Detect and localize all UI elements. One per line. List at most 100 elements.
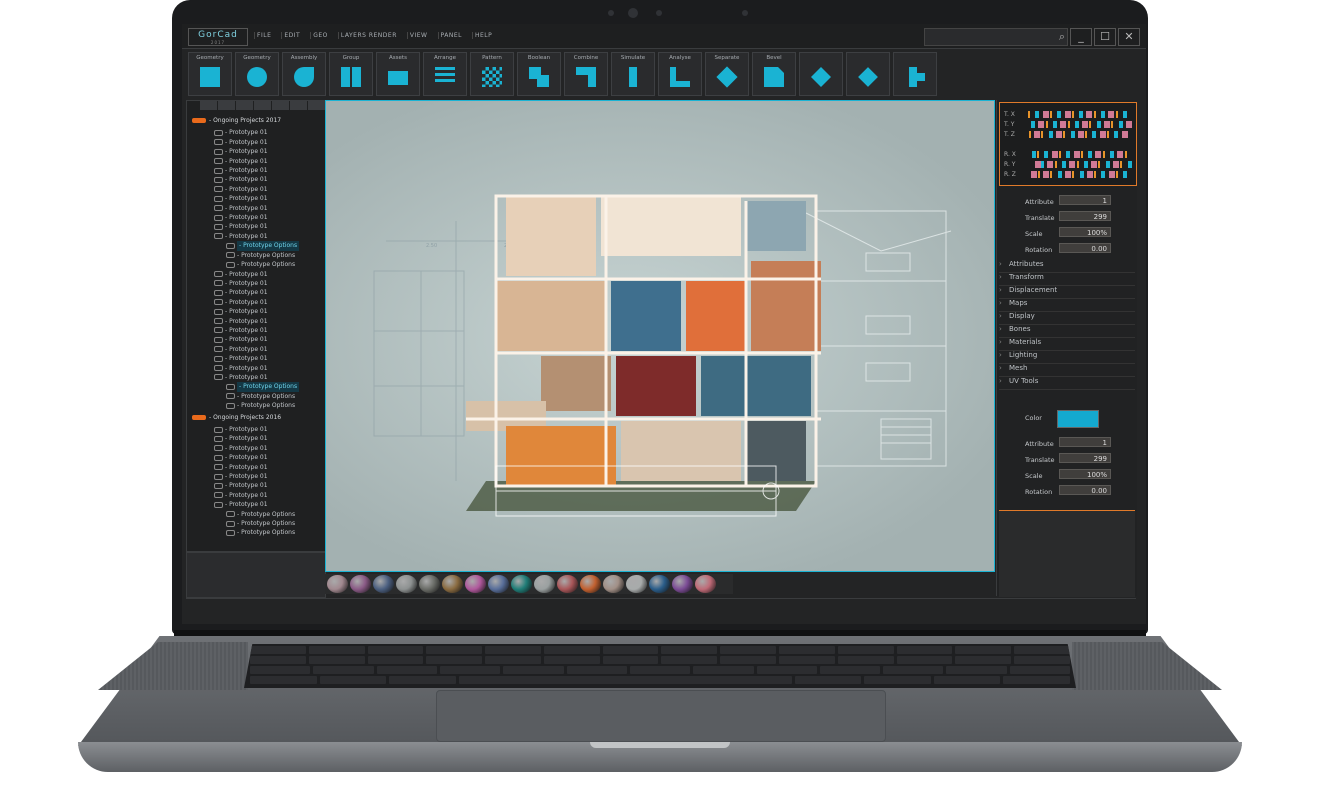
- tree-item[interactable]: - Prototype 01: [192, 500, 322, 509]
- menu-item-view[interactable]: VIEW: [406, 32, 430, 39]
- tool-button-pattern[interactable]: Pattern: [470, 52, 514, 96]
- prop-value-input[interactable]: 1: [1059, 437, 1111, 447]
- search-input[interactable]: ⌕: [924, 28, 1068, 46]
- material-swatch[interactable]: [672, 575, 693, 593]
- tree-item[interactable]: - Prototype 01: [192, 222, 322, 231]
- tree-item[interactable]: - Prototype 01: [192, 213, 322, 222]
- tree-item[interactable]: - Prototype 01: [192, 298, 322, 307]
- tree-item[interactable]: - Prototype 01: [192, 472, 322, 481]
- keyframe-track[interactable]: [1028, 121, 1132, 128]
- tree-item[interactable]: - Prototype 01: [192, 335, 322, 344]
- tool-button-bevel[interactable]: Bevel: [752, 52, 796, 96]
- tool-button-assets[interactable]: Assets: [376, 52, 420, 96]
- tree-item[interactable]: - Prototype 01: [192, 444, 322, 453]
- menu-item-panel[interactable]: PANEL: [437, 32, 464, 39]
- tree-item[interactable]: - Prototype 01: [192, 232, 322, 241]
- material-swatch[interactable]: [373, 575, 394, 593]
- menu-item-file[interactable]: FILE: [254, 32, 273, 39]
- tool-button-diamond[interactable]: [846, 52, 890, 96]
- tool-button-diamond-square[interactable]: [799, 52, 843, 96]
- section-uv-tools[interactable]: › UV Tools: [999, 377, 1135, 390]
- prop-value-input[interactable]: 100%: [1059, 227, 1111, 237]
- material-swatch[interactable]: [488, 575, 509, 593]
- tree-item[interactable]: - Prototype Options: [192, 382, 322, 392]
- material-swatch[interactable]: [557, 575, 578, 593]
- tree-item[interactable]: - Prototype 01: [192, 288, 322, 297]
- tree-group[interactable]: - Ongoing Projects 2017: [192, 116, 322, 125]
- search-icon[interactable]: ⌕: [1059, 30, 1065, 44]
- color-picker[interactable]: [1057, 410, 1099, 428]
- material-swatch[interactable]: [580, 575, 601, 593]
- tree-item[interactable]: - Prototype 01: [192, 166, 322, 175]
- tree-item[interactable]: - Prototype Options: [192, 241, 322, 251]
- keyframe-track[interactable]: [1028, 111, 1132, 118]
- section-attributes[interactable]: › Attributes: [999, 260, 1135, 273]
- tree-tab[interactable]: [308, 100, 325, 110]
- material-swatch[interactable]: [649, 575, 670, 593]
- tree-item[interactable]: - Prototype 01: [192, 138, 322, 147]
- 3d-viewport[interactable]: 2.50 2.50: [325, 100, 995, 572]
- section-maps[interactable]: › Maps: [999, 299, 1135, 312]
- tool-button-puzzle[interactable]: [893, 52, 937, 96]
- tree-item[interactable]: - Prototype 01: [192, 128, 322, 137]
- tree-tab[interactable]: [290, 100, 307, 110]
- keyframe-track[interactable]: [1028, 161, 1132, 168]
- section-transform[interactable]: › Transform: [999, 273, 1135, 286]
- tool-button-analyse[interactable]: Analyse: [658, 52, 702, 96]
- tree-item[interactable]: - Prototype 01: [192, 175, 322, 184]
- menu-item-geo[interactable]: GEO: [310, 32, 330, 39]
- tree-item[interactable]: - Prototype 01: [192, 425, 322, 434]
- tree-item[interactable]: - Prototype Options: [192, 392, 322, 401]
- prop-value-input[interactable]: 0.00: [1059, 485, 1111, 495]
- transform-timeline-graph[interactable]: T. X T. Y T. Z R. X R. Y R. Z: [999, 102, 1137, 186]
- tree-group[interactable]: - Ongoing Projects 2016: [192, 413, 322, 422]
- tree-item[interactable]: - Prototype 01: [192, 326, 322, 335]
- tool-button-boolean[interactable]: Boolean: [517, 52, 561, 96]
- tree-tab[interactable]: [236, 100, 253, 110]
- tree-item[interactable]: - Prototype Options: [192, 260, 322, 269]
- keyframe-track[interactable]: [1028, 131, 1132, 138]
- material-swatch[interactable]: [626, 575, 647, 593]
- prop-value-input[interactable]: 1: [1059, 195, 1111, 205]
- tree-item[interactable]: - Prototype 01: [192, 194, 322, 203]
- close-button[interactable]: ✕: [1118, 28, 1140, 46]
- material-swatch[interactable]: [511, 575, 532, 593]
- minimize-button[interactable]: _: [1070, 28, 1092, 46]
- prop-value-input[interactable]: 299: [1059, 211, 1111, 221]
- tree-item[interactable]: - Prototype Options: [192, 251, 322, 260]
- tree-item[interactable]: - Prototype 01: [192, 481, 322, 490]
- prop-value-input[interactable]: 100%: [1059, 469, 1111, 479]
- material-swatch[interactable]: [534, 575, 555, 593]
- material-swatch[interactable]: [695, 575, 716, 593]
- section-lighting[interactable]: › Lighting: [999, 351, 1135, 364]
- section-displacement[interactable]: › Displacement: [999, 286, 1135, 299]
- tree-tab[interactable]: [254, 100, 271, 110]
- tool-button-separate[interactable]: Separate: [705, 52, 749, 96]
- tree-item[interactable]: - Prototype 01: [192, 453, 322, 462]
- material-swatch[interactable]: [419, 575, 440, 593]
- tree-tab[interactable]: [218, 100, 235, 110]
- tree-item[interactable]: - Prototype 01: [192, 434, 322, 443]
- tree-item[interactable]: - Prototype 01: [192, 491, 322, 500]
- tree-item[interactable]: - Prototype 01: [192, 204, 322, 213]
- tree-item[interactable]: - Prototype 01: [192, 463, 322, 472]
- material-swatch[interactable]: [465, 575, 486, 593]
- tree-item[interactable]: - Prototype Options: [192, 528, 322, 537]
- tree-item[interactable]: - Prototype Options: [192, 401, 322, 410]
- tree-item[interactable]: - Prototype 01: [192, 364, 322, 373]
- material-swatch[interactable]: [350, 575, 371, 593]
- prop-value-input[interactable]: 0.00: [1059, 243, 1111, 253]
- tree-item[interactable]: - Prototype 01: [192, 147, 322, 156]
- tool-button-geometry[interactable]: Geometry: [235, 52, 279, 96]
- tree-item[interactable]: - Prototype Options: [192, 510, 322, 519]
- tree-item[interactable]: - Prototype 01: [192, 270, 322, 279]
- menu-item-layers-render[interactable]: LAYERS RENDER: [337, 32, 399, 39]
- menu-item-help[interactable]: HELP: [471, 32, 494, 39]
- tool-button-simulate[interactable]: Simulate: [611, 52, 655, 96]
- section-bones[interactable]: › Bones: [999, 325, 1135, 338]
- tree-item[interactable]: - Prototype Options: [192, 519, 322, 528]
- material-swatch[interactable]: [603, 575, 624, 593]
- section-materials[interactable]: › Materials: [999, 338, 1135, 351]
- tree-item[interactable]: - Prototype 01: [192, 279, 322, 288]
- tree-item[interactable]: - Prototype 01: [192, 354, 322, 363]
